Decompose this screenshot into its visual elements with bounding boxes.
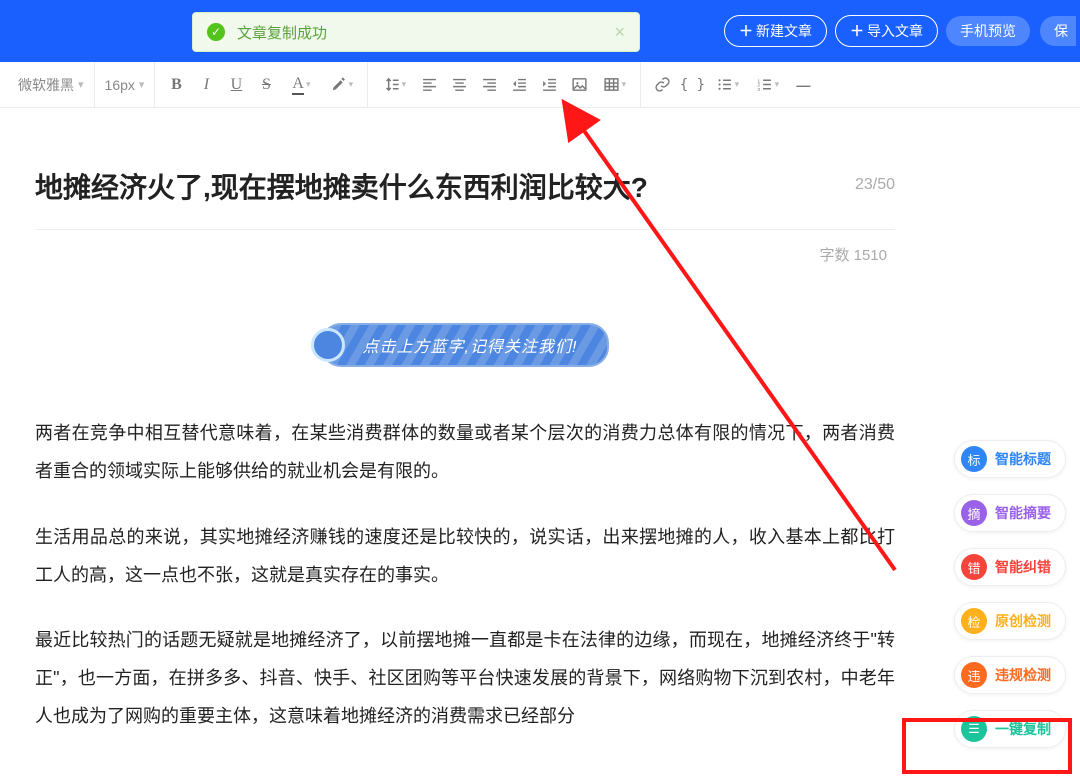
line-height-button[interactable]: ▾ — [376, 72, 412, 98]
violation-check-button[interactable]: 违 违规检测 — [954, 656, 1066, 694]
smart-summary-button[interactable]: 摘 智能摘要 — [954, 494, 1066, 532]
insert-image-button[interactable] — [566, 72, 592, 98]
align-left-icon — [421, 76, 438, 93]
save-label: 保 — [1054, 21, 1068, 41]
unordered-list-button[interactable]: ▾ — [709, 72, 745, 98]
outdent-button[interactable] — [506, 72, 532, 98]
smart-title-label: 智能标题 — [995, 449, 1051, 469]
font-family-select[interactable]: 微软雅黑 ▾ — [14, 75, 88, 95]
one-click-copy-label: 一键复制 — [995, 719, 1051, 739]
mobile-preview-button[interactable]: 手机预览 — [946, 16, 1030, 46]
paragraph[interactable]: 两者在竞争中相互替代意味着，在某些消费群体的数量或者某个层次的消费力总体有限的情… — [35, 415, 895, 491]
plus-icon: ＋ — [739, 21, 753, 41]
import-article-button[interactable]: ＋ 导入文章 — [835, 15, 938, 47]
chevron-down-icon: ▾ — [78, 78, 84, 91]
insert-table-button[interactable]: ▾ — [596, 72, 632, 98]
editor-toolbar: 微软雅黑 ▾ 16px ▾ B I U S A▾ ▾ ▾ — [0, 62, 1080, 108]
badge-icon: 违 — [961, 662, 987, 688]
badge-icon: 标 — [961, 446, 987, 472]
indent-icon — [541, 76, 558, 93]
word-count: 字数 1510 — [35, 244, 895, 265]
align-right-button[interactable] — [476, 72, 502, 98]
align-center-button[interactable] — [446, 72, 472, 98]
smart-summary-label: 智能摘要 — [995, 503, 1051, 523]
smart-correction-button[interactable]: 错 智能纠错 — [954, 548, 1066, 586]
smart-title-button[interactable]: 标 智能标题 — [954, 440, 1066, 478]
horizontal-rule-button[interactable]: — — [789, 72, 815, 98]
badge-icon: 错 — [961, 554, 987, 580]
close-icon[interactable]: × — [614, 22, 625, 43]
line-height-icon — [383, 76, 400, 93]
svg-text:3: 3 — [757, 87, 760, 93]
banner-container: 点击上方蓝字,记得关注我们! — [35, 323, 895, 367]
paragraph[interactable]: 最近比较热门的话题无疑就是地摊经济了，以前摆地摊一直都是卡在法律的边缘，而现在，… — [35, 622, 895, 735]
underline-button[interactable]: U — [223, 72, 249, 98]
badge-icon: 摘 — [961, 500, 987, 526]
new-article-label: 新建文章 — [756, 21, 812, 41]
originality-check-label: 原创检测 — [995, 611, 1051, 631]
follow-banner[interactable]: 点击上方蓝字,记得关注我们! — [321, 323, 610, 367]
document-page: 地摊经济火了,现在摆地摊卖什么东西利润比较大? 23/50 字数 1510 点击… — [35, 168, 895, 736]
align-right-icon — [481, 76, 498, 93]
violation-check-label: 违规检测 — [995, 665, 1051, 685]
highlight-button[interactable]: ▾ — [323, 72, 359, 98]
link-icon — [654, 76, 671, 93]
highlighter-icon — [330, 76, 347, 93]
save-button-partial[interactable]: 保 — [1040, 16, 1076, 46]
badge-icon: 检 — [961, 608, 987, 634]
originality-check-button[interactable]: 检 原创检测 — [954, 602, 1066, 640]
italic-button[interactable]: I — [193, 72, 219, 98]
font-color-button[interactable]: A▾ — [283, 72, 319, 98]
align-center-icon — [451, 76, 468, 93]
check-icon: ✓ — [207, 23, 225, 41]
image-icon — [571, 76, 588, 93]
font-family-value: 微软雅黑 — [18, 75, 74, 95]
new-article-button[interactable]: ＋ 新建文章 — [724, 15, 827, 47]
one-click-copy-button[interactable]: ☰ 一键复制 — [954, 710, 1066, 748]
paragraph[interactable]: 生活用品总的来说，其实地摊经济赚钱的速度还是比较快的，说实话，出来摆地摊的人，收… — [35, 519, 895, 595]
document-title[interactable]: 地摊经济火了,现在摆地摊卖什么东西利润比较大? — [35, 168, 831, 207]
editor-area: 地摊经济火了,现在摆地摊卖什么东西利润比较大? 23/50 字数 1510 点击… — [0, 168, 1080, 736]
ordered-list-button[interactable]: 123 ▾ — [749, 72, 785, 98]
success-toast: ✓ 文章复制成功 × — [192, 12, 640, 52]
outdent-icon — [511, 76, 528, 93]
indent-button[interactable] — [536, 72, 562, 98]
code-button[interactable]: { } — [679, 72, 705, 98]
toast-message: 文章复制成功 — [237, 22, 614, 43]
list-icon: ☰ — [961, 716, 987, 742]
chevron-down-icon: ▾ — [139, 78, 145, 91]
smart-correction-label: 智能纠错 — [995, 557, 1051, 577]
align-left-button[interactable] — [416, 72, 442, 98]
bold-button[interactable]: B — [163, 72, 189, 98]
mobile-preview-label: 手机预览 — [960, 21, 1016, 41]
import-article-label: 导入文章 — [867, 21, 923, 41]
title-char-count: 23/50 — [855, 176, 895, 194]
ordered-list-icon: 123 — [756, 76, 773, 93]
table-icon — [603, 76, 620, 93]
font-size-value: 16px — [105, 77, 135, 93]
insert-link-button[interactable] — [649, 72, 675, 98]
bullet-list-icon — [716, 76, 733, 93]
font-size-select[interactable]: 16px ▾ — [101, 77, 149, 93]
strikethrough-button[interactable]: S — [253, 72, 279, 98]
plus-icon: ＋ — [850, 21, 864, 41]
side-actions-panel: 标 智能标题 摘 智能摘要 错 智能纠错 检 原创检测 违 违规检测 ☰ 一键复… — [954, 440, 1066, 748]
